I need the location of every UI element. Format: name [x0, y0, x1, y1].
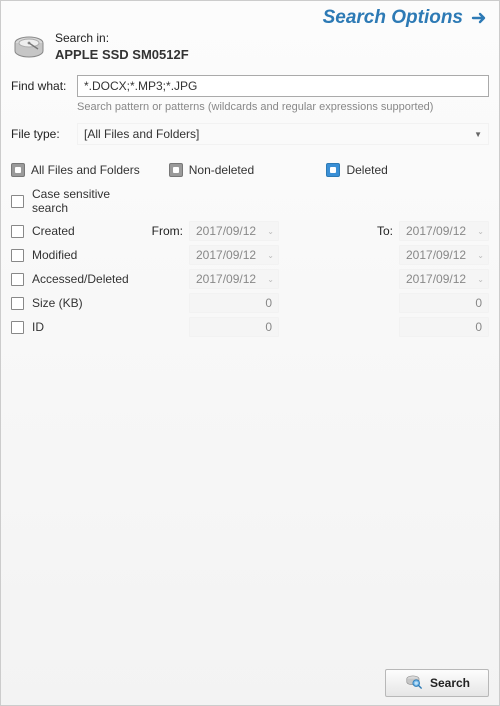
search-in-text: Search in: APPLE SSD SM0512F	[55, 31, 189, 63]
accessed-checkbox[interactable]	[11, 273, 24, 286]
filter-non-deleted-label: Non-deleted	[189, 163, 254, 177]
search-drive-icon	[404, 672, 424, 695]
accessed-to-value: 2017/09/12	[406, 272, 466, 286]
filter-all[interactable]: All Files and Folders	[11, 163, 169, 177]
find-what-input[interactable]	[77, 75, 489, 97]
case-sensitive-row: Case sensitive search	[11, 189, 489, 213]
id-label: ID	[32, 320, 44, 334]
created-to-value: 2017/09/12	[406, 224, 466, 238]
forward-arrow-icon[interactable]	[471, 9, 489, 27]
size-row: Size (KB) 0 0	[11, 291, 489, 315]
find-what-row: Find what:	[1, 73, 499, 99]
hard-drive-icon	[11, 31, 47, 67]
modified-to-value: 2017/09/12	[406, 248, 466, 262]
header: Search Options	[1, 1, 499, 31]
file-type-selected: [All Files and Folders]	[84, 127, 199, 141]
state-filter-row: All Files and Folders Non-deleted Delete…	[1, 153, 499, 185]
find-what-helper: Search pattern or patterns (wildcards an…	[1, 99, 499, 121]
size-checkbox[interactable]	[11, 297, 24, 310]
accessed-row: Accessed/Deleted 2017/09/12 ⌄ 2017/09/12…	[11, 267, 489, 291]
created-from-date[interactable]: 2017/09/12 ⌄	[189, 221, 279, 241]
chevron-down-icon: ⌄	[267, 227, 274, 236]
search-in-drive-name: APPLE SSD SM0512F	[55, 47, 189, 64]
chevron-down-icon: ▼	[474, 130, 482, 139]
filter-deleted-label: Deleted	[346, 163, 387, 177]
case-sensitive-checkbox[interactable]	[11, 195, 24, 208]
options-section: Case sensitive search Created From: 2017…	[1, 185, 499, 343]
accessed-from-date[interactable]: 2017/09/12 ⌄	[189, 269, 279, 289]
size-to-text: 0	[475, 296, 482, 310]
file-type-label: File type:	[11, 127, 71, 141]
created-row: Created From: 2017/09/12 ⌄ To: 2017/09/1…	[11, 219, 489, 243]
filter-deleted[interactable]: Deleted	[326, 163, 484, 177]
search-button[interactable]: Search	[385, 669, 489, 697]
to-label: To:	[373, 224, 393, 238]
filter-non-deleted[interactable]: Non-deleted	[169, 163, 327, 177]
created-checkbox[interactable]	[11, 225, 24, 238]
created-label: Created	[32, 224, 75, 238]
filter-all-label: All Files and Folders	[31, 163, 140, 177]
id-to-text: 0	[475, 320, 482, 334]
size-from-text: 0	[265, 296, 272, 310]
id-from-value[interactable]: 0	[189, 317, 279, 337]
chevron-down-icon: ⌄	[477, 275, 484, 284]
chevron-down-icon: ⌄	[267, 275, 274, 284]
file-type-select[interactable]: [All Files and Folders] ▼	[77, 123, 489, 145]
search-button-label: Search	[430, 676, 470, 690]
id-from-text: 0	[265, 320, 272, 334]
id-checkbox[interactable]	[11, 321, 24, 334]
folder-square-icon	[169, 163, 183, 177]
id-row: ID 0 0	[11, 315, 489, 339]
search-in-section: Search in: APPLE SSD SM0512F	[1, 31, 499, 73]
accessed-label: Accessed/Deleted	[32, 272, 129, 286]
chevron-down-icon: ⌄	[477, 227, 484, 236]
case-sensitive-label: Case sensitive search	[32, 187, 141, 215]
modified-row: Modified 2017/09/12 ⌄ 2017/09/12 ⌄	[11, 243, 489, 267]
accessed-from-value: 2017/09/12	[196, 272, 256, 286]
file-type-row: File type: [All Files and Folders] ▼	[1, 121, 499, 153]
page-title: Search Options	[323, 7, 463, 29]
size-to-value[interactable]: 0	[399, 293, 489, 313]
modified-label: Modified	[32, 248, 77, 262]
created-to-date[interactable]: 2017/09/12 ⌄	[399, 221, 489, 241]
modified-to-date[interactable]: 2017/09/12 ⌄	[399, 245, 489, 265]
id-to-value[interactable]: 0	[399, 317, 489, 337]
folder-square-icon	[11, 163, 25, 177]
accessed-to-date[interactable]: 2017/09/12 ⌄	[399, 269, 489, 289]
folder-square-icon	[326, 163, 340, 177]
search-in-label: Search in:	[55, 31, 189, 47]
footer: Search	[1, 661, 499, 705]
size-from-value[interactable]: 0	[189, 293, 279, 313]
from-label: From:	[147, 224, 183, 238]
modified-from-value: 2017/09/12	[196, 248, 256, 262]
created-from-value: 2017/09/12	[196, 224, 256, 238]
chevron-down-icon: ⌄	[477, 251, 484, 260]
modified-from-date[interactable]: 2017/09/12 ⌄	[189, 245, 279, 265]
chevron-down-icon: ⌄	[267, 251, 274, 260]
find-what-label: Find what:	[11, 79, 71, 93]
modified-checkbox[interactable]	[11, 249, 24, 262]
size-label: Size (KB)	[32, 296, 83, 310]
